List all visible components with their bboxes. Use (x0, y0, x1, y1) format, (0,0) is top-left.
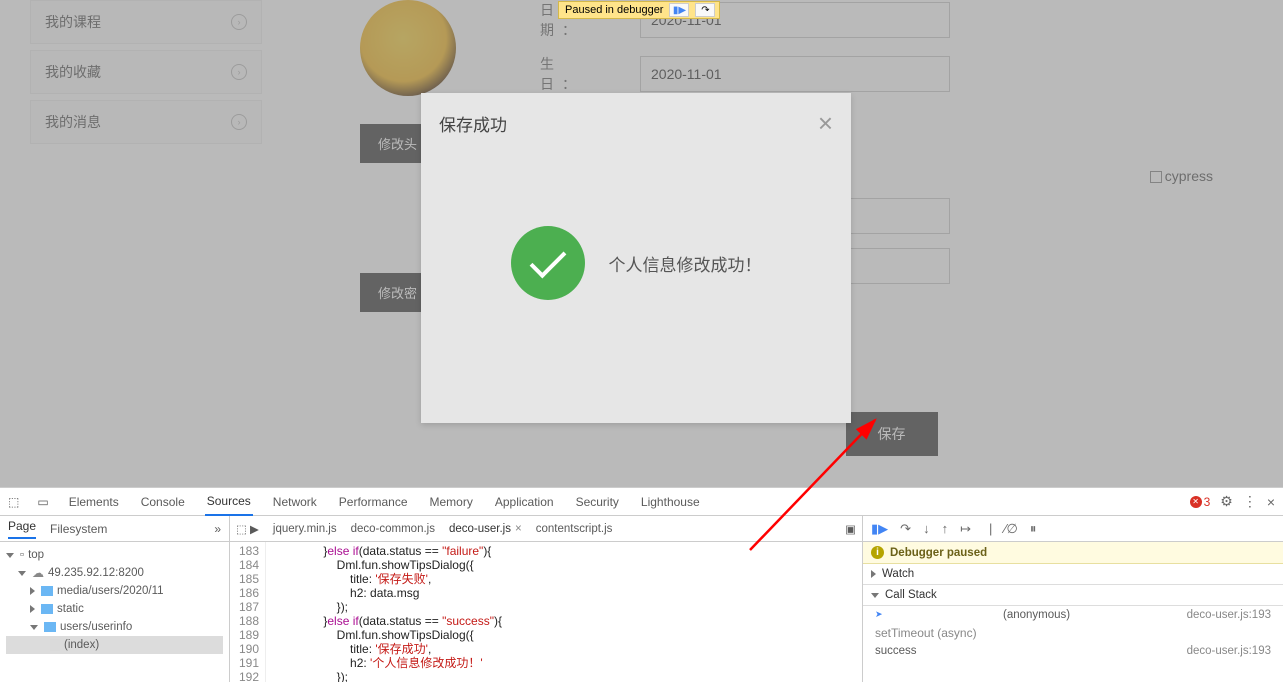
tree-top[interactable]: ▫ top (6, 546, 223, 564)
modal-message: 个人信息修改成功！ (609, 251, 762, 276)
code-editor[interactable]: 183 184 185 186 187 188 189 190 191 192 … (230, 542, 862, 682)
devtools-close-icon[interactable]: × (1267, 494, 1275, 510)
pause-exceptions-icon[interactable]: ⏸ (1030, 521, 1037, 537)
stack-async-divider: setTimeout (async) (863, 624, 1283, 642)
error-count-badge[interactable]: ✕3 (1190, 495, 1211, 509)
sources-navigator: Page Filesystem » ▫ top ☁ 49.235.92.12:8… (0, 516, 230, 682)
debugger-sidebar: ▮▶ ↷ ↓ ↑ ↦ | ⁄∅ ⏸ i Debugger paused Watc… (863, 516, 1283, 682)
tab-performance[interactable]: Performance (337, 489, 410, 515)
success-check-icon (511, 226, 585, 300)
devtools-panel: ⬚ ▭ Elements Console Sources Network Per… (0, 487, 1283, 682)
tree-folder[interactable]: static (6, 600, 223, 618)
tree-file[interactable]: (index) (6, 636, 223, 654)
resume-button-icon[interactable]: ▮▶ (871, 521, 888, 537)
tab-sources[interactable]: Sources (205, 488, 253, 516)
tab-lighthouse[interactable]: Lighthouse (639, 489, 702, 515)
gear-icon[interactable]: ⚙ (1220, 493, 1233, 510)
app-viewport: 我的课程 › 我的收藏 › 我的消息 › 修改头 修改密 日 期： 生 日： c… (0, 0, 1283, 487)
debugger-paused-badge: Paused in debugger ▮▶ ↷ (558, 1, 720, 19)
step-icon[interactable]: ↦ (960, 521, 971, 537)
kebab-menu-icon[interactable]: ⋮ (1243, 493, 1257, 510)
info-icon: i (871, 546, 884, 559)
stack-frame-current[interactable]: (anonymous)deco-user.js:193 (863, 606, 1283, 624)
tab-network[interactable]: Network (271, 489, 319, 515)
step-over-icon[interactable]: ↷ (900, 521, 911, 537)
code-editor-pane: ⬚ ▶ jquery.min.js deco-common.js deco-us… (230, 516, 863, 682)
modal-header: 保存成功 × (421, 93, 851, 153)
nav-tab-page[interactable]: Page (8, 519, 36, 539)
file-tab-bar: ⬚ ▶ jquery.min.js deco-common.js deco-us… (230, 516, 862, 542)
step-over-icon[interactable]: ↷ (695, 3, 715, 17)
nav-tab-filesystem[interactable]: Filesystem (50, 522, 107, 536)
nav-overflow-icon[interactable]: » (214, 522, 221, 536)
debugger-paused-banner: i Debugger paused (863, 542, 1283, 564)
stack-frame[interactable]: successdeco-user.js:193 (863, 642, 1283, 660)
tab-memory[interactable]: Memory (428, 489, 475, 515)
modal-title: 保存成功 (439, 111, 507, 136)
paused-text: Paused in debugger (565, 4, 663, 16)
device-icon[interactable]: ▭ (37, 495, 48, 509)
close-icon[interactable]: × (818, 108, 833, 139)
nav-icons[interactable]: ⬚ ▶ (236, 522, 259, 536)
inspect-icon[interactable]: ⬚ (8, 495, 19, 509)
file-tab-active[interactable]: deco-user.js (449, 523, 522, 535)
devtools-tab-bar: ⬚ ▭ Elements Console Sources Network Per… (0, 488, 1283, 516)
tab-application[interactable]: Application (493, 489, 556, 515)
file-tab[interactable]: deco-common.js (351, 523, 435, 535)
file-tree: ▫ top ☁ 49.235.92.12:8200 media/users/20… (0, 542, 229, 658)
modal-body: 个人信息修改成功！ (421, 153, 851, 373)
resume-icon[interactable]: ▮▶ (669, 3, 689, 17)
file-tab[interactable]: contentscript.js (536, 523, 613, 535)
success-modal: 保存成功 × 个人信息修改成功！ (421, 93, 851, 423)
call-stack-section[interactable]: Call Stack (863, 585, 1283, 606)
tree-folder[interactable]: media/users/2020/11 (6, 582, 223, 600)
debugger-toolbar: ▮▶ ↷ ↓ ↑ ↦ | ⁄∅ ⏸ (863, 516, 1283, 542)
step-into-icon[interactable]: ↓ (923, 521, 930, 536)
deactivate-bp-icon[interactable]: ⁄∅ (1004, 521, 1018, 537)
tree-folder[interactable]: users/userinfo (6, 618, 223, 636)
tab-security[interactable]: Security (574, 489, 621, 515)
file-tab[interactable]: jquery.min.js (273, 523, 337, 535)
watch-section[interactable]: Watch (863, 564, 1283, 585)
tab-console[interactable]: Console (139, 489, 187, 515)
tree-host[interactable]: ☁ 49.235.92.12:8200 (6, 564, 223, 582)
step-out-icon[interactable]: ↑ (942, 521, 949, 536)
tab-elements[interactable]: Elements (67, 489, 121, 515)
editor-overflow-icon[interactable]: ▣ (845, 522, 856, 536)
